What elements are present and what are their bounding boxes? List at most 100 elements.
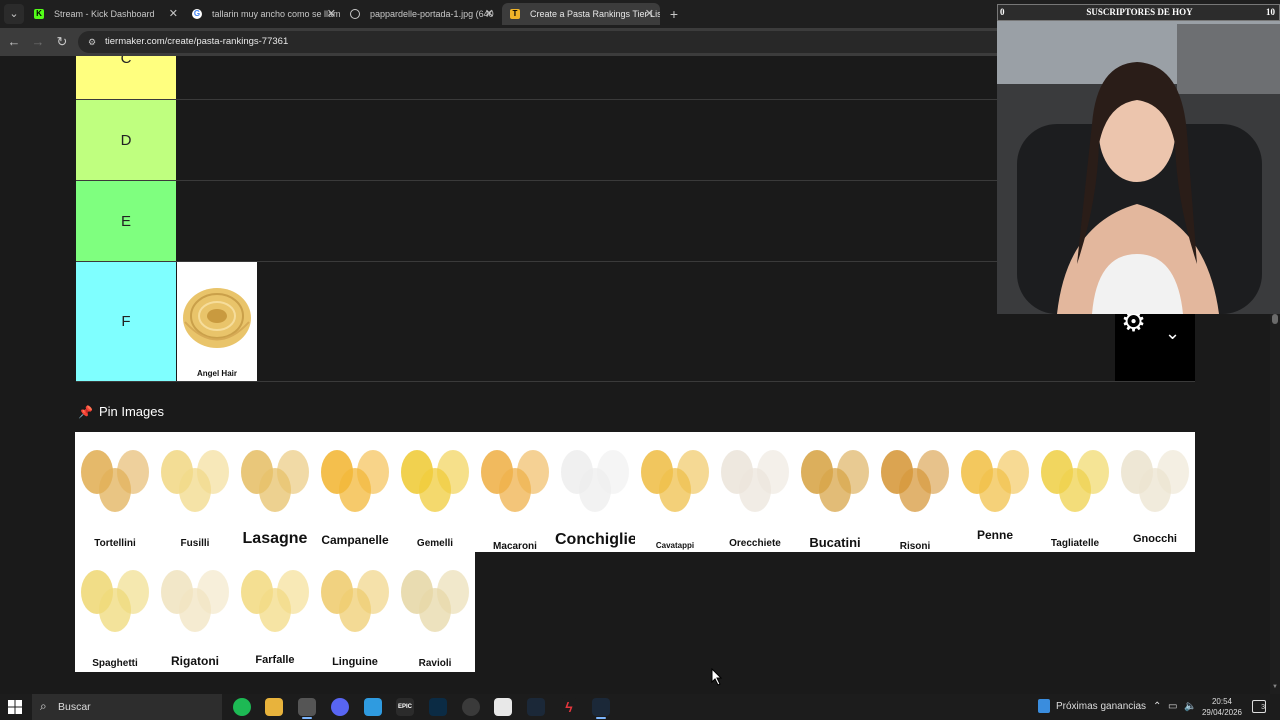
pasta-card-ravioli[interactable]: Ravioli [395,552,475,672]
pasta-image [241,450,309,512]
pushpin-icon: 📌 [78,405,93,419]
pasta-card-cavatappi[interactable]: Cavatappi [635,432,715,552]
notification-icon[interactable]: 3 [1252,700,1266,713]
pasta-card-rigatoni[interactable]: Rigatoni [155,552,235,672]
reload-icon[interactable]: ↻ [52,32,72,52]
tier-label-text: E [120,212,131,230]
tab-google-search[interactable]: G tallarin muy ancho como se llam ✕ [184,3,342,25]
pasta-card-campanelle[interactable]: Campanelle [315,432,395,552]
tab-kick-dashboard[interactable]: K Stream - Kick Dashboard ✕ [26,3,184,25]
site-info-icon[interactable]: ⚙ [88,36,98,48]
pasta-image [81,570,149,632]
pasta-card-bucatini[interactable]: Bucatini [795,432,875,552]
spotify-icon[interactable] [233,698,251,716]
counter-right: 10 [1266,7,1275,17]
webcam-video [997,4,1280,314]
close-icon[interactable]: ✕ [485,3,494,25]
volume-icon[interactable]: 🔈 [1184,694,1196,720]
pasta-image [401,450,469,512]
tab-title: tallarin muy ancho como se llam [212,9,341,19]
tab-title: Stream - Kick Dashboard [54,9,155,19]
scroll-down-icon[interactable]: ▼ [1271,684,1279,692]
tier-item-angel-hair[interactable]: Angel Hair [177,262,257,381]
pasta-caption: Rigatoni [171,654,219,668]
pasta-image [641,450,709,512]
windows-taskbar: ⌕ Buscar EPIC ϟ Próximas ganancias ⌃ ▭ 🔈… [0,694,1280,720]
tier-label-c[interactable]: C [76,56,176,99]
tab-tiermaker[interactable]: T Create a Pasta Rankings Tier List ✕ [502,3,660,25]
kick-icon: K [34,9,44,19]
pasta-card-orecchiete[interactable]: Orecchiete [715,432,795,552]
pasta-image [1121,450,1189,512]
capcut-icon[interactable] [494,698,512,716]
pasta-card-risoni[interactable]: Risoni [875,432,955,552]
pasta-caption: Lasagne [242,530,308,547]
network-icon[interactable]: ▭ [1168,694,1177,720]
pasta-caption: Risoni [899,541,931,552]
pasta-card-macaroni[interactable]: Macaroni [475,432,555,552]
file-explorer-icon[interactable] [265,698,283,716]
pasta-card-linguine[interactable]: Linguine [315,552,395,672]
pasta-card-penne[interactable]: Penne [955,432,1035,552]
taskbar-search[interactable]: ⌕ Buscar [32,694,222,720]
steam-icon[interactable] [527,698,545,716]
tab-search-menu-button[interactable]: ⌄ [4,4,24,24]
new-tab-button[interactable]: + [664,4,684,24]
pasta-card-spaghetti[interactable]: Spaghetti [75,552,155,672]
pasta-caption: Gemelli [416,538,454,549]
pasta-caption: Tagliatelle [1050,538,1100,549]
obs-icon[interactable] [462,698,480,716]
epic-games-icon[interactable]: EPIC [396,698,414,716]
chevron-up-icon[interactable]: ⌃ [1153,694,1161,720]
tab-title: Create a Pasta Rankings Tier List [530,9,660,19]
pasta-card-tagliatelle[interactable]: Tagliatelle [1035,432,1115,552]
system-clock[interactable]: 20:54 29/04/2026 [1200,696,1244,718]
pasta-image [161,450,229,512]
windows-start-icon[interactable] [8,700,22,714]
pasta-caption: Linguine [332,656,378,668]
close-icon[interactable]: ✕ [327,3,336,25]
pasta-image [961,450,1029,512]
clock-date: 29/04/2026 [1201,708,1243,717]
pasta-image [321,450,389,512]
close-icon[interactable]: ✕ [645,3,654,25]
image-pool: Tortellini Fusilli Lasagne Campanelle Gemell… [75,432,1195,672]
news-label: Próximas ganancias [1056,701,1147,712]
tier-label-d[interactable]: D [76,100,176,180]
pasta-image [881,450,949,512]
chevron-down-icon[interactable]: ⌄ [1165,323,1180,344]
pin-images-header: 📌 Pin Images [78,402,164,422]
pasta-card-lasagne[interactable]: Lasagne [235,432,315,552]
pasta-card-conchiglie[interactable]: Conchiglie [555,432,635,552]
pasta-card-fusilli[interactable]: Fusilli [155,432,235,552]
chrome-icon[interactable] [298,698,316,719]
streaming-app-icon[interactable] [429,698,447,716]
pasta-card-farfalle[interactable]: Farfalle [235,552,315,672]
scroll-thumb[interactable] [1272,314,1278,324]
tier-label-f[interactable]: F [76,262,176,381]
pasta-card-gnocchi[interactable]: Gnocchi [1115,432,1195,552]
pasta-caption: Fusilli [180,538,210,549]
clock-time: 20:54 [1211,697,1233,706]
pasta-card-gemelli[interactable]: Gemelli [395,432,475,552]
tier-label-e[interactable]: E [76,181,176,261]
discord-icon[interactable] [331,698,349,716]
pasta-image [561,450,629,512]
tab-pappardelle-image[interactable]: pappardelle-portada-1.jpg (640 ✕ [342,3,500,25]
app-icon[interactable] [364,698,382,716]
pasta-caption: Macaroni [493,541,537,552]
pasta-card-tortellini[interactable]: Tortellini [75,432,155,552]
pasta-caption: Bucatini [809,535,861,550]
steam-icon[interactable] [592,698,610,719]
news-widget[interactable]: Próximas ganancias [1038,694,1146,720]
tier-label-text: C [120,56,132,67]
lightning-app-icon[interactable]: ϟ [560,698,578,716]
forward-arrow-icon[interactable]: → [28,32,48,52]
pasta-caption: Gnocchi [1132,533,1177,545]
pasta-caption: Ravioli [418,658,452,669]
search-icon: ⌕ [40,699,47,713]
back-arrow-icon[interactable]: ← [4,32,24,52]
close-icon[interactable]: ✕ [169,3,178,25]
subscriber-counter-bar: 0 SUSCRIPTORES DE HOY 10 [997,4,1280,21]
url-text[interactable]: tiermaker.com/create/pasta-rankings-7736… [105,31,288,53]
